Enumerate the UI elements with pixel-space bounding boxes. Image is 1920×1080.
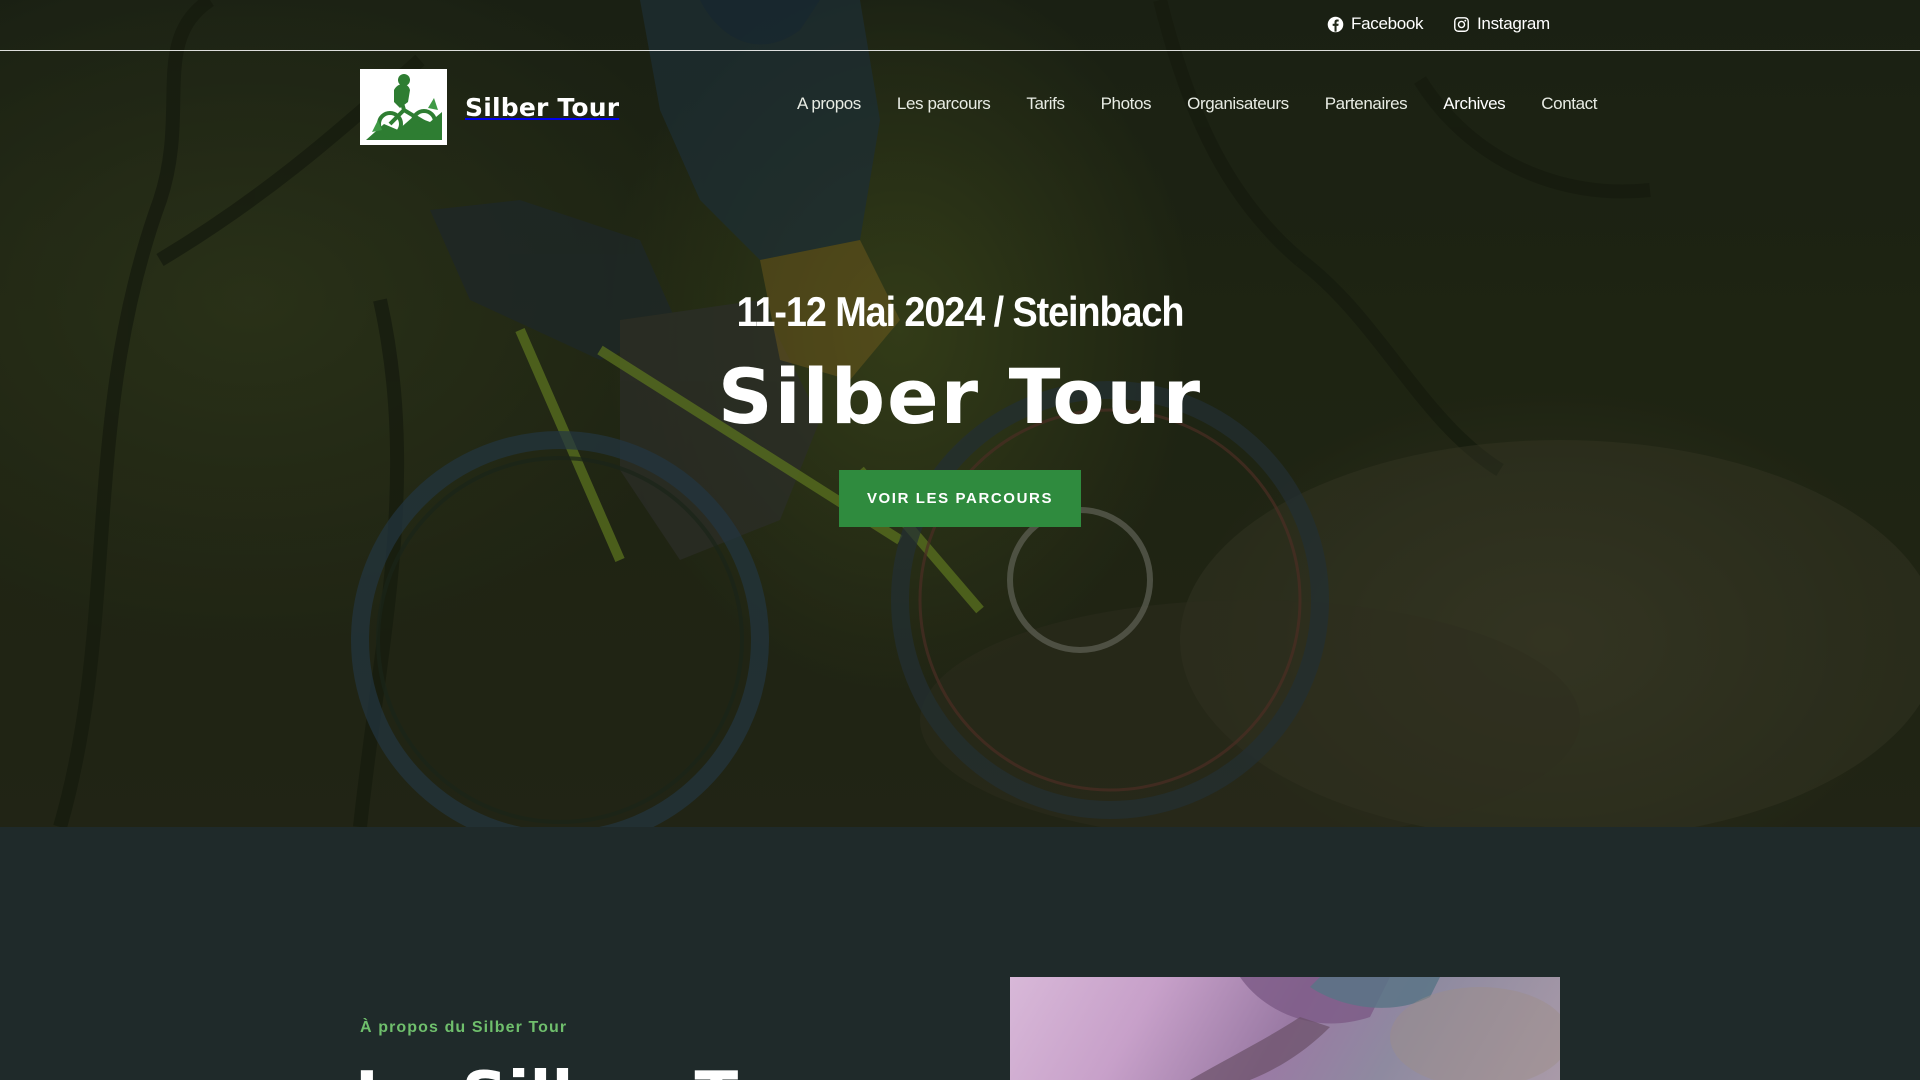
voir-parcours-button[interactable]: VOIR LES PARCOURS [839,470,1081,527]
about-section: À propos du Silber Tour Le Silber Tour [0,827,1920,1080]
nav-item-les-parcours[interactable]: Les parcours [897,94,991,114]
facebook-label: Facebook [1351,14,1424,33]
instagram-icon [1454,16,1469,32]
about-kicker: À propos du Silber Tour [360,1019,568,1036]
mountain-biker-logo [360,69,447,145]
about-heading: Le Silber Tour [355,1059,851,1080]
nav-item-contact[interactable]: Contact [1541,94,1597,114]
about-photo-image [1190,977,1560,1080]
main-navigation: A propos Les parcours Tarifs Photos Orga… [797,94,1597,114]
instagram-link[interactable]: Instagram [1453,14,1550,34]
nav-item-archives[interactable]: Archives [1443,94,1505,114]
nav-item-photos[interactable]: Photos [1101,94,1152,114]
nav-item-a-propos[interactable]: A propos [797,94,861,114]
about-photo [1010,977,1560,1080]
biker-logo-icon [365,74,442,140]
brand-name: Silber Tour [465,92,620,122]
facebook-link[interactable]: Facebook [1327,14,1424,34]
instagram-label: Instagram [1477,14,1550,33]
brand-home-link[interactable]: Silber Tour [360,69,619,145]
facebook-icon [1327,16,1344,32]
hero-section: Facebook Instagram Silber Tour A propos … [0,0,1920,827]
hero-title: Silber Tour [717,352,1203,441]
hero-date-location: 11-12 Mai 2024 / Steinbach [736,288,1185,335]
nav-item-partenaires[interactable]: Partenaires [1325,94,1408,114]
nav-item-tarifs[interactable]: Tarifs [1026,94,1065,114]
nav-item-organisateurs[interactable]: Organisateurs [1187,94,1289,114]
social-topbar: Facebook Instagram [0,0,1920,51]
